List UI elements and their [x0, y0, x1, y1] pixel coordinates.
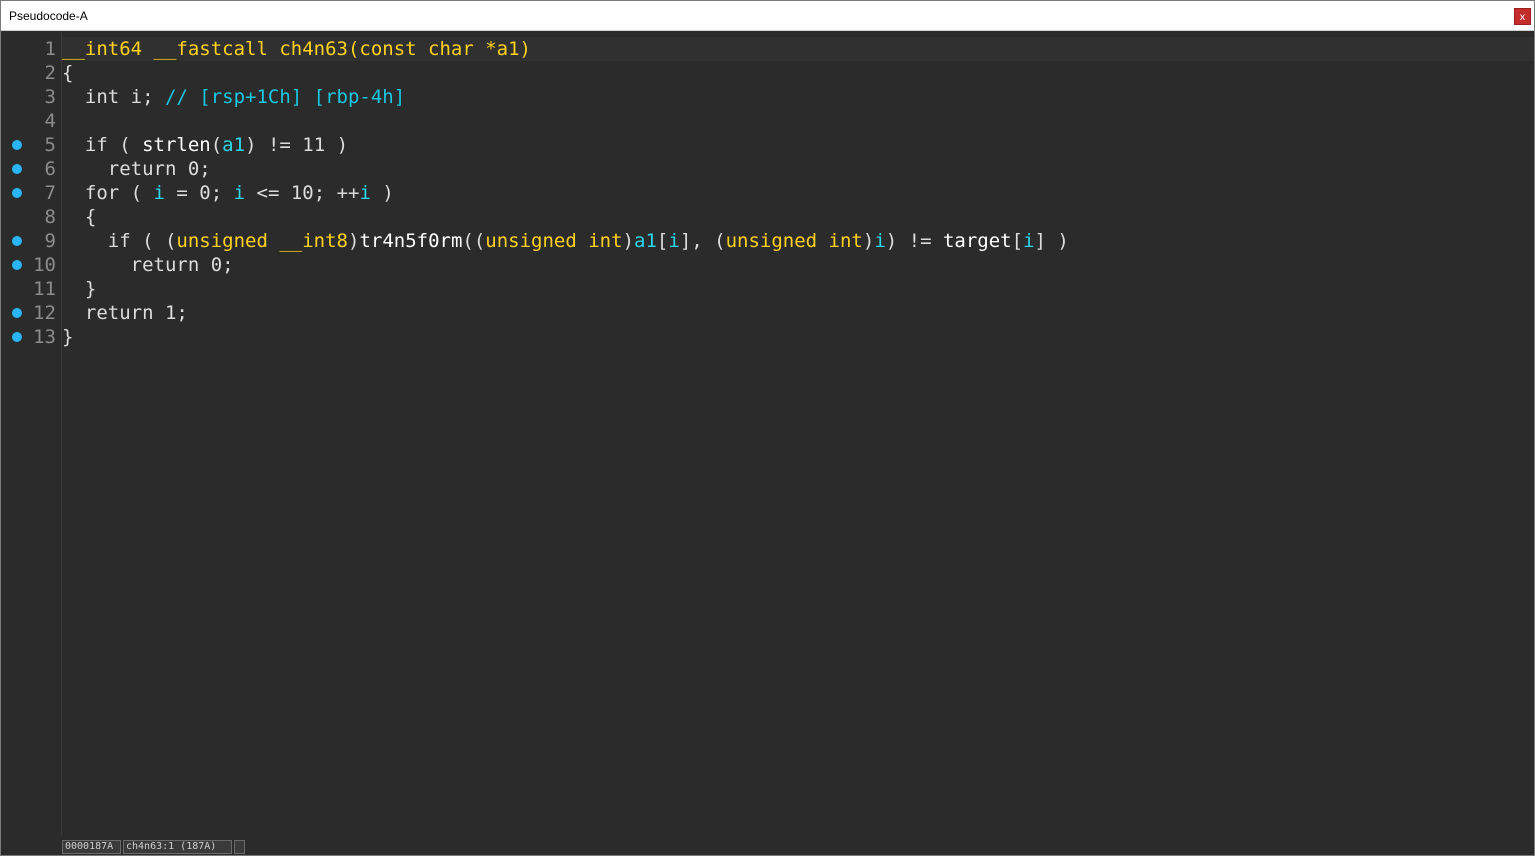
close-button[interactable]: x — [1514, 8, 1531, 25]
line-number: 9 — [44, 230, 56, 252]
code-token-kw: unsigned int — [725, 230, 863, 252]
code-line[interactable]: return 0; — [62, 253, 234, 277]
code-token-var: i — [668, 230, 680, 252]
code-token-plain: ], ( — [679, 230, 726, 252]
line-number: 11 — [33, 278, 56, 300]
code-token-fn: tr4n5f0rm — [359, 230, 463, 252]
code-token-plain: if ( ( — [62, 230, 177, 252]
code-token-plain: ) — [862, 230, 875, 252]
code-token-var: i — [233, 182, 246, 204]
code-token-plain: <= 10; ++ — [245, 182, 360, 204]
code-token-plain: [ — [656, 230, 669, 252]
code-line[interactable]: for ( i = 0; i <= 10; ++i ) — [62, 181, 394, 205]
breakpoint-dot-icon[interactable] — [12, 188, 22, 198]
code-token-plain: ) — [347, 230, 360, 252]
code-token-var: i — [153, 182, 165, 204]
breakpoint-dot-icon[interactable] — [12, 236, 22, 246]
line-number-gutter[interactable]: 1 2 3 4 5 6 7 8 9 10 11 12 13 — [1, 32, 61, 835]
line-number: 13 — [33, 326, 56, 348]
code-token-plain: ( — [210, 134, 223, 156]
code-token-plain: [ — [1011, 230, 1024, 252]
code-line[interactable]: __int64 __fastcall ch4n63(const char *a1… — [62, 37, 531, 61]
code-editor[interactable]: __int64 __fastcall ch4n63(const char *a1… — [61, 32, 1534, 835]
code-token-plain: ) != — [885, 230, 943, 252]
line-number: 5 — [44, 134, 56, 156]
code-token-plain: return 0; — [62, 254, 234, 276]
code-line[interactable]: } — [62, 277, 96, 301]
line-number: 4 — [44, 110, 56, 132]
code-token-plain: { — [62, 62, 74, 84]
breakpoint-dot-icon[interactable] — [12, 260, 22, 270]
code-token-plain: ) != 11 ) — [245, 134, 349, 156]
code-token-kw: unsigned __int8 — [176, 230, 348, 252]
code-line[interactable]: { — [62, 61, 73, 85]
code-token-var: i — [874, 230, 886, 252]
code-token-plain: ) — [370, 182, 394, 204]
code-token-var: i — [359, 182, 371, 204]
code-token-plain: for ( — [62, 182, 154, 204]
code-line[interactable]: { — [62, 205, 96, 229]
code-token-fn: target — [942, 230, 1012, 252]
pseudocode-window: Pseudocode-A x 1 2 3 4 5 6 7 8 9 10 11 12 13 __int64… — [0, 0, 1535, 856]
breakpoint-dot-icon[interactable] — [12, 140, 22, 150]
window-title: Pseudocode-A — [9, 9, 88, 23]
line-number: 10 — [33, 254, 56, 276]
status-location: ch4n63:1 (187A) — [123, 840, 232, 854]
code-token-plain: } — [62, 326, 74, 348]
line-number: 12 — [33, 302, 56, 324]
code-token-plain: (( — [462, 230, 486, 252]
breakpoint-dot-icon[interactable] — [12, 164, 22, 174]
status-address: 0000187A — [62, 840, 121, 854]
breakpoint-dot-icon[interactable] — [12, 308, 22, 318]
line-number: 6 — [44, 158, 56, 180]
code-token-kw: __int64 __fastcall ch4n63(const char *a1… — [62, 38, 531, 60]
code-token-plain: if ( — [62, 134, 143, 156]
code-line[interactable]: int i; // [rsp+1Ch] [rbp-4h] — [62, 85, 405, 109]
code-token-plain: { — [62, 206, 97, 228]
code-token-plain: } — [62, 278, 97, 300]
line-number: 1 — [44, 38, 56, 60]
code-token-kw: unsigned int — [485, 230, 623, 252]
code-token-var: a1 — [222, 134, 246, 156]
code-token-var: a1 — [634, 230, 657, 252]
code-line[interactable]: } — [62, 325, 73, 349]
breakpoint-dot-icon[interactable] — [12, 332, 22, 342]
code-token-cmt: // [rsp+1Ch] [rbp-4h] — [164, 86, 406, 108]
code-line[interactable]: if ( strlen(a1) != 11 ) — [62, 133, 348, 157]
line-number: 7 — [44, 182, 56, 204]
status-bar: 0000187A ch4n63:1 (187A) — [1, 835, 1534, 855]
code-token-plain: int i; — [62, 86, 165, 108]
code-token-plain: return 0; — [62, 158, 211, 180]
code-token-plain: = 0; — [164, 182, 234, 204]
code-line[interactable]: return 0; — [62, 157, 211, 181]
line-number: 8 — [44, 206, 56, 228]
line-number: 3 — [44, 86, 56, 108]
code-line[interactable]: if ( (unsigned __int8)tr4n5f0rm((unsigne… — [62, 229, 1069, 253]
code-line[interactable]: return 1; — [62, 301, 188, 325]
code-token-var: i — [1023, 230, 1035, 252]
line-number: 2 — [44, 62, 56, 84]
code-token-plain: ] ) — [1034, 230, 1069, 252]
code-token-plain: return 1; — [62, 302, 188, 324]
title-bar[interactable]: Pseudocode-A x — [1, 1, 1534, 31]
code-token-fn: strlen — [142, 134, 211, 156]
code-token-plain: ) — [622, 230, 635, 252]
status-extra — [234, 840, 245, 854]
